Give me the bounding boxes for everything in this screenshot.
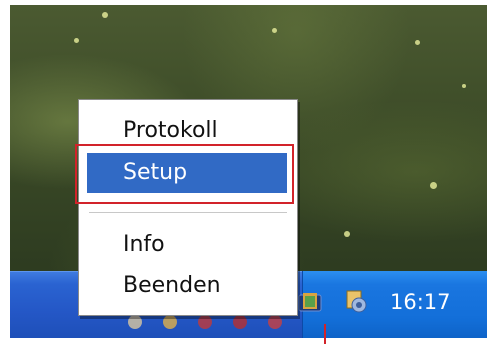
app-tray-icon[interactable]	[298, 290, 322, 314]
callout-pointer-line	[324, 324, 326, 344]
grass-detail	[102, 12, 108, 18]
grass-detail	[430, 182, 437, 189]
taskbar-clock[interactable]: 16:17	[390, 290, 470, 314]
menu-item-setup[interactable]: Setup	[87, 153, 287, 193]
menu-item-info[interactable]: Info	[87, 225, 287, 265]
grass-detail	[272, 28, 277, 33]
menu-item-label: Info	[123, 232, 165, 257]
grass-detail	[462, 84, 466, 88]
menu-separator	[89, 212, 287, 213]
menu-item-beenden[interactable]: Beenden	[87, 266, 287, 306]
context-menu: Protokoll Setup Info Beenden	[78, 99, 298, 316]
menu-item-label: Protokoll	[123, 118, 218, 143]
grass-detail	[344, 231, 350, 237]
grass-detail	[74, 38, 79, 43]
menu-item-label: Beenden	[123, 273, 221, 298]
menu-item-protokoll[interactable]: Protokoll	[87, 111, 287, 151]
grass-detail	[415, 40, 420, 45]
menu-item-label: Setup	[123, 160, 188, 185]
network-tray-icon[interactable]	[344, 290, 368, 314]
